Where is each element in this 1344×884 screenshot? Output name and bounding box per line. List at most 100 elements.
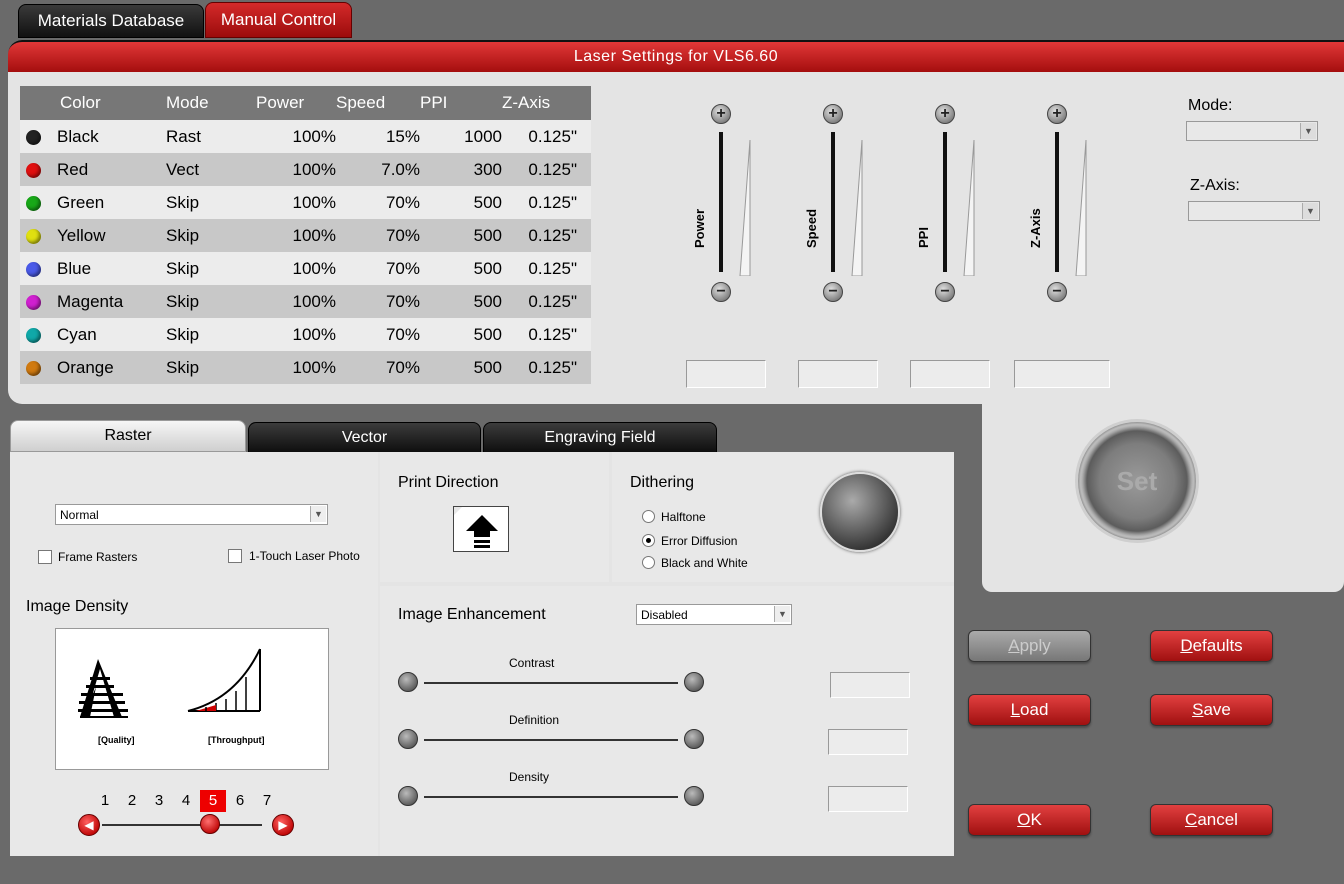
definition-value-field[interactable] <box>828 729 908 755</box>
one-touch-checkbox[interactable] <box>228 549 242 563</box>
raster-options-section: Normal ▼ Frame Rasters 1-Touch Laser Pho… <box>10 452 378 856</box>
contrast-increase-knob[interactable] <box>684 672 704 692</box>
zaxis-cell: 0.125" <box>502 120 591 153</box>
mode-cell: Vect <box>166 153 256 186</box>
table-row[interactable]: Green Skip 100% 70% 500 0.125" <box>20 186 591 219</box>
density-level-7[interactable]: 7 <box>254 790 280 812</box>
minus-icon[interactable]: − <box>823 282 843 302</box>
table-row[interactable]: Magenta Skip 100% 70% 500 0.125" <box>20 285 591 318</box>
contrast-slider[interactable] <box>424 682 678 684</box>
speed-slider-track[interactable] <box>831 132 835 272</box>
table-row[interactable]: Black Rast 100% 15% 1000 0.125" <box>20 120 591 153</box>
color-swatch-icon <box>26 294 41 310</box>
image-enhancement-section: Image Enhancement Disabled ▼ Contrast De… <box>380 586 954 856</box>
mode-select[interactable]: ▼ <box>1186 121 1318 141</box>
radio-black-and-white[interactable] <box>642 556 655 569</box>
tab-vector[interactable]: Vector <box>248 422 481 454</box>
radio-halftone[interactable] <box>642 510 655 523</box>
density-increase-knob[interactable] <box>684 786 704 806</box>
density-slider[interactable] <box>424 796 678 798</box>
color-swatch-icon <box>26 162 41 178</box>
set-button[interactable]: Set <box>1078 422 1196 540</box>
density-value-field[interactable] <box>828 786 908 812</box>
mode-cell: Skip <box>166 186 256 219</box>
tab-manual-control[interactable]: Manual Control <box>205 2 352 38</box>
contrast-decrease-knob[interactable] <box>398 672 418 692</box>
image-enhancement-title: Image Enhancement <box>398 606 546 623</box>
power-cell: 100% <box>256 318 336 351</box>
defaults-button[interactable]: Defaults <box>1150 630 1273 662</box>
enhancement-select[interactable]: Disabled ▼ <box>636 604 792 625</box>
ppi-value-field[interactable] <box>910 360 990 388</box>
plus-icon[interactable]: + <box>823 104 843 124</box>
density-level-2[interactable]: 2 <box>119 790 145 812</box>
tab-engraving-field[interactable]: Engraving Field <box>483 422 717 454</box>
color-cell: Cyan <box>20 318 166 351</box>
power-cell: 100% <box>256 120 336 153</box>
power-slider-track[interactable] <box>719 132 723 272</box>
zaxis-select[interactable]: ▼ <box>1188 201 1320 221</box>
plus-icon[interactable]: + <box>711 104 731 124</box>
header-zaxis: Z-Axis <box>502 86 591 120</box>
print-direction-button[interactable] <box>453 506 509 552</box>
definition-slider[interactable] <box>424 739 678 741</box>
density-label: Density <box>509 770 550 784</box>
tab-materials-database[interactable]: Materials Database <box>18 4 204 38</box>
color-name: Orange <box>57 357 114 377</box>
table-row[interactable]: Cyan Skip 100% 70% 500 0.125" <box>20 318 591 351</box>
table-row[interactable]: Blue Skip 100% 70% 500 0.125" <box>20 252 591 285</box>
tab-raster[interactable]: Raster <box>10 420 246 452</box>
table-row[interactable]: Yellow Skip 100% 70% 500 0.125" <box>20 219 591 252</box>
ok-button[interactable]: OK <box>968 804 1091 836</box>
plus-icon[interactable]: + <box>1047 104 1067 124</box>
quality-label: [Quality] <box>98 735 135 745</box>
mode-cell: Skip <box>166 219 256 252</box>
density-decrease-knob[interactable] <box>398 786 418 806</box>
color-name: Yellow <box>57 225 106 245</box>
minus-icon[interactable]: − <box>711 282 731 302</box>
black-and-white-label: Black and White <box>661 556 748 570</box>
plus-icon[interactable]: + <box>935 104 955 124</box>
table-row[interactable]: Red Vect 100% 7.0% 300 0.125" <box>20 153 591 186</box>
ppi-slider-track[interactable] <box>943 132 947 272</box>
definition-increase-knob[interactable] <box>684 729 704 749</box>
tab-label: Raster <box>104 427 152 444</box>
power-value-field[interactable] <box>686 360 766 388</box>
density-slider-track[interactable] <box>102 824 262 826</box>
power-cell: 100% <box>256 186 336 219</box>
minus-icon[interactable]: − <box>1047 282 1067 302</box>
zaxis-cell: 0.125" <box>502 318 591 351</box>
density-level-4[interactable]: 4 <box>173 790 199 812</box>
zaxis-cell: 0.125" <box>502 219 591 252</box>
density-level-5[interactable]: 5 <box>200 790 226 812</box>
density-level-6[interactable]: 6 <box>227 790 253 812</box>
density-slider-thumb[interactable] <box>200 814 220 834</box>
apply-label: Apply <box>1008 636 1051 655</box>
radio-error-diffusion[interactable] <box>642 534 655 547</box>
save-button[interactable]: Save <box>1150 694 1273 726</box>
raster-mode-select[interactable]: Normal ▼ <box>55 504 328 525</box>
density-illustration <box>78 648 261 718</box>
density-level-3[interactable]: 3 <box>146 790 172 812</box>
apply-button[interactable]: Apply <box>968 630 1091 662</box>
definition-decrease-knob[interactable] <box>398 729 418 749</box>
color-name: Red <box>57 159 89 179</box>
load-button[interactable]: Load <box>968 694 1091 726</box>
table-row[interactable]: Orange Skip 100% 70% 500 0.125" <box>20 351 591 384</box>
raster-mode-value: Normal <box>60 508 99 522</box>
cancel-button[interactable]: Cancel <box>1150 804 1273 836</box>
contrast-value-field[interactable] <box>830 672 910 698</box>
speed-value-field[interactable] <box>798 360 878 388</box>
density-right-arrow-icon[interactable]: ▶ <box>272 814 294 836</box>
density-level-1[interactable]: 1 <box>92 790 118 812</box>
zaxis-slider-track[interactable] <box>1055 132 1059 272</box>
laser-settings-panel: Laser Settings for VLS6.60 Color Mode Po… <box>8 40 1344 404</box>
power-cell: 100% <box>256 252 336 285</box>
speed-cell: 70% <box>336 351 420 384</box>
density-left-arrow-icon[interactable]: ◀ <box>78 814 100 836</box>
minus-icon[interactable]: − <box>935 282 955 302</box>
zaxis-value-field[interactable] <box>1014 360 1110 388</box>
frame-rasters-checkbox[interactable] <box>38 550 52 564</box>
ppi-cell: 1000 <box>420 120 502 153</box>
speed-cell: 70% <box>336 285 420 318</box>
